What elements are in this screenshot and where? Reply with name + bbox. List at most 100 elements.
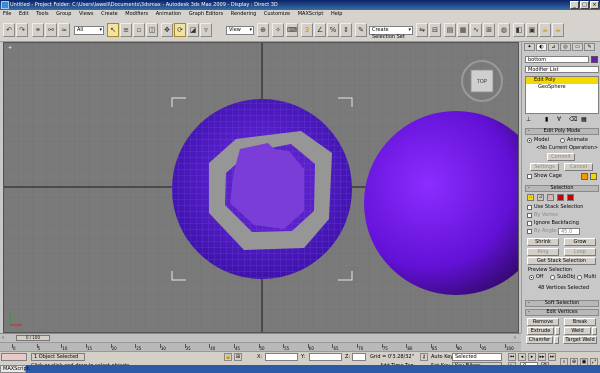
menu-file[interactable]: File: [0, 10, 14, 19]
spinner-snap-icon[interactable]: ⇕: [340, 23, 352, 37]
close-button[interactable]: ×: [590, 1, 599, 9]
create-tab-icon[interactable]: ✦: [524, 43, 535, 51]
show-end-result-icon[interactable]: ▮: [545, 116, 548, 123]
stack-item-geosphere[interactable]: GeoSphere: [526, 84, 598, 91]
preview-subobj-radio[interactable]: [550, 275, 555, 280]
loop-button[interactable]: Loop: [564, 248, 596, 256]
model-radio[interactable]: [527, 138, 532, 143]
maxscript-task[interactable]: MAXScript.: [0, 365, 30, 373]
weld-settings-button[interactable]: [592, 327, 597, 335]
object-name-field[interactable]: bottom: [525, 56, 589, 63]
border-mode-icon[interactable]: ◌: [547, 194, 554, 201]
vertex-mode-icon[interactable]: ∴: [527, 194, 534, 201]
graphite-ribbon-icon[interactable]: ▦: [457, 23, 469, 37]
rollout-edit-vertices[interactable]: Edit Vertices: [525, 309, 599, 316]
motion-tab-icon[interactable]: ◎: [560, 43, 571, 51]
unlink-icon[interactable]: ⚯: [45, 23, 57, 37]
play-icon[interactable]: ▸: [528, 353, 536, 361]
settings-button[interactable]: Settings: [530, 163, 559, 171]
time-slider[interactable]: 0 / 100 ‹ ›: [0, 333, 521, 342]
x-coordinate-field[interactable]: [265, 353, 298, 361]
chamfer-button[interactable]: Chamfer: [526, 336, 553, 344]
ignore-backfacing-checkbox[interactable]: [527, 221, 532, 226]
rectangular-selection-icon[interactable]: ▫: [133, 23, 145, 37]
utilities-tab-icon[interactable]: ✎: [584, 43, 595, 51]
element-mode-icon[interactable]: [567, 194, 574, 201]
by-angle-checkbox[interactable]: [527, 229, 532, 234]
menu-create[interactable]: Create: [98, 10, 121, 19]
selection-lock-icon[interactable]: 🔒: [224, 353, 232, 361]
modify-tab-icon[interactable]: ◐: [536, 43, 547, 51]
preview-multi-radio[interactable]: [577, 275, 582, 280]
rollout-soft-selection[interactable]: Soft Selection: [525, 300, 599, 307]
get-stack-selection-button[interactable]: Get Stack Selection: [527, 257, 596, 265]
polygon-mode-icon[interactable]: [557, 194, 564, 201]
mirror-icon[interactable]: ⇋: [416, 23, 428, 37]
window-crossing-icon[interactable]: ◫: [146, 23, 158, 37]
edge-mode-icon[interactable]: ⊿: [537, 194, 544, 201]
quick-render-icon[interactable]: ☕: [539, 23, 551, 37]
menu-tools[interactable]: Tools: [33, 10, 51, 19]
edit-named-selection-icon[interactable]: ✎: [355, 23, 367, 37]
time-slider-thumb[interactable]: 0 / 100: [16, 335, 50, 341]
menu-modifiers[interactable]: Modifiers: [122, 10, 151, 19]
modifier-list-dropdown[interactable]: Modifier List: [525, 66, 599, 73]
z-coordinate-field[interactable]: [352, 353, 366, 361]
material-editor-icon[interactable]: ◍: [498, 23, 510, 37]
track-bar[interactable]: 0 5 10 15 20 25 30 35 40 45 50 55 60 65 70 75 80 85 90 95 10…: [0, 342, 521, 351]
schematic-view-icon[interactable]: ⊞: [483, 23, 495, 37]
reference-coordinate-dropdown[interactable]: View: [226, 26, 254, 35]
rollout-edit-poly-mode[interactable]: Edit Poly Mode: [525, 128, 599, 135]
viewport-label[interactable]: +: [8, 45, 12, 51]
absolute-mode-icon[interactable]: ⊞: [234, 353, 242, 361]
target-weld-button[interactable]: Target Weld: [563, 336, 597, 344]
viewport-canvas[interactable]: TOP: [4, 43, 519, 333]
select-object-icon[interactable]: ↖: [107, 23, 119, 37]
angle-snap-icon[interactable]: ∠: [314, 23, 326, 37]
stack-item-edit-poly[interactable]: Edit Poly: [526, 77, 598, 84]
menu-customize[interactable]: Customize: [261, 10, 293, 19]
time-next-icon[interactable]: ›: [514, 335, 516, 341]
remove-modifier-icon[interactable]: ⌫: [569, 116, 577, 123]
auto-key-button[interactable]: Auto Key: [431, 354, 453, 360]
preview-off-radio[interactable]: [529, 275, 534, 280]
keyboard-shortcut-override-icon[interactable]: ⌨: [286, 23, 298, 37]
render-setup-icon[interactable]: ◧: [513, 23, 525, 37]
animate-radio[interactable]: [560, 138, 565, 143]
next-frame-icon[interactable]: ▸▸: [538, 353, 546, 361]
display-tab-icon[interactable]: ▭: [572, 43, 583, 51]
extrude-button[interactable]: Extrude: [527, 327, 554, 335]
key-icon[interactable]: ⚷: [420, 353, 428, 361]
shrink-button[interactable]: Shrink: [527, 238, 559, 246]
by-vertex-checkbox[interactable]: [527, 213, 532, 218]
bind-space-warp-icon[interactable]: ≈: [58, 23, 70, 37]
layer-manager-icon[interactable]: ▤: [444, 23, 456, 37]
make-unique-icon[interactable]: ∀: [557, 116, 561, 123]
pin-stack-icon[interactable]: ⊥: [526, 116, 531, 123]
curve-editor-icon[interactable]: ∿: [470, 23, 482, 37]
select-move-icon[interactable]: ✥: [161, 23, 173, 37]
previous-frame-icon[interactable]: ◂: [518, 353, 526, 361]
redo-icon[interactable]: ↷: [16, 23, 28, 37]
menu-group[interactable]: Group: [53, 10, 74, 19]
commit-button[interactable]: Commit: [547, 153, 575, 161]
menu-animation[interactable]: Animation: [153, 10, 185, 19]
object-color-swatch[interactable]: [591, 56, 598, 63]
configure-sets-icon[interactable]: ▦: [581, 116, 587, 123]
go-to-end-icon[interactable]: ⏭: [548, 353, 556, 361]
chamfer-settings-button[interactable]: [554, 336, 559, 344]
go-to-start-icon[interactable]: ⏮: [508, 353, 516, 361]
by-angle-spinner[interactable]: 45.0: [558, 228, 580, 235]
maximize-button[interactable]: □: [580, 1, 589, 9]
scale-dropdown-icon[interactable]: ▿: [200, 23, 212, 37]
key-mode-dropdown[interactable]: Selected: [452, 353, 502, 361]
geosphere-object[interactable]: [172, 99, 352, 279]
break-button[interactable]: Break: [564, 318, 596, 326]
render-production-icon[interactable]: ☕: [552, 23, 564, 37]
ring-button[interactable]: Ring: [527, 248, 559, 256]
snaps-toggle-icon[interactable]: 3: [301, 23, 313, 37]
cage-color-swatch[interactable]: [581, 173, 588, 180]
maxscript-listener-mini[interactable]: [1, 353, 27, 361]
select-link-icon[interactable]: ⚭: [32, 23, 44, 37]
menu-maxscript[interactable]: MAXScript: [295, 10, 327, 19]
